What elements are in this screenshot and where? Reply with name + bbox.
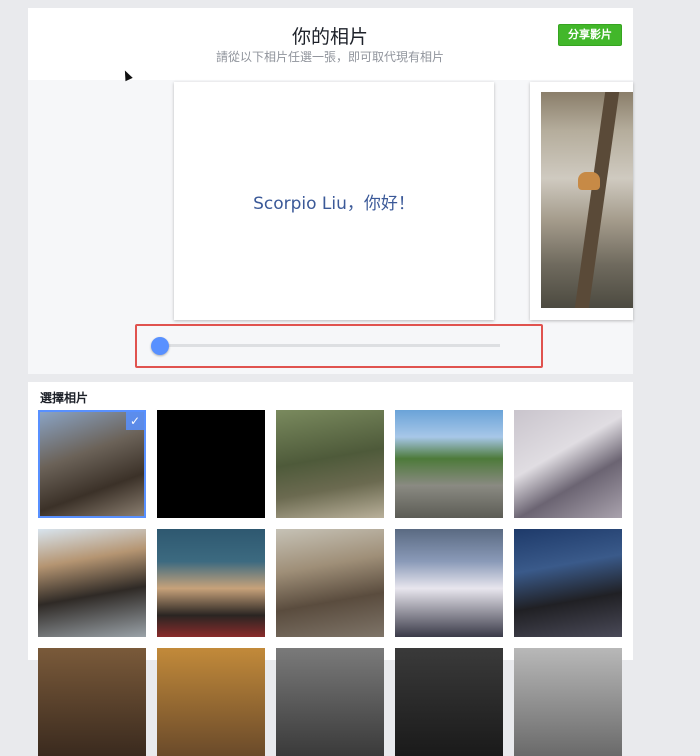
photo-thumbnail[interactable] (38, 529, 146, 637)
photo-thumbnail[interactable] (38, 648, 146, 756)
page-subtitle: 請從以下相片任選一張，即可取代現有相片 (215, 50, 444, 64)
choose-photo-label: 選擇相片 (40, 391, 89, 405)
share-video-button[interactable]: 分享影片 (558, 24, 622, 46)
photo-thumbnail[interactable] (157, 410, 265, 518)
photo-thumbnail[interactable] (514, 648, 622, 756)
carousel-slide-greeting[interactable]: Scorpio Liu，你好！ (174, 82, 494, 320)
section-divider (28, 374, 633, 382)
photo-thumbnail[interactable] (276, 410, 384, 518)
photo-thumbnail[interactable] (157, 648, 265, 756)
carousel-slide-photo[interactable] (530, 82, 633, 320)
carousel-photo-dog (578, 172, 600, 190)
selected-check-icon: ✓ (126, 412, 144, 430)
greeting-text: Scorpio Liu，你好！ (253, 193, 415, 214)
photo-thumbnail[interactable]: ✓ (38, 410, 146, 518)
slider-track[interactable] (158, 344, 500, 347)
photo-thumbnail[interactable] (157, 529, 265, 637)
photo-thumbnail[interactable] (514, 529, 622, 637)
photo-thumbnail[interactable] (276, 648, 384, 756)
photo-thumbnail[interactable] (395, 410, 503, 518)
photo-thumbnail[interactable] (395, 648, 503, 756)
slider-thumb[interactable] (151, 337, 169, 355)
photo-thumbnail[interactable] (514, 410, 622, 518)
photo-thumbnail[interactable] (395, 529, 503, 637)
photo-thumbnail[interactable] (276, 529, 384, 637)
